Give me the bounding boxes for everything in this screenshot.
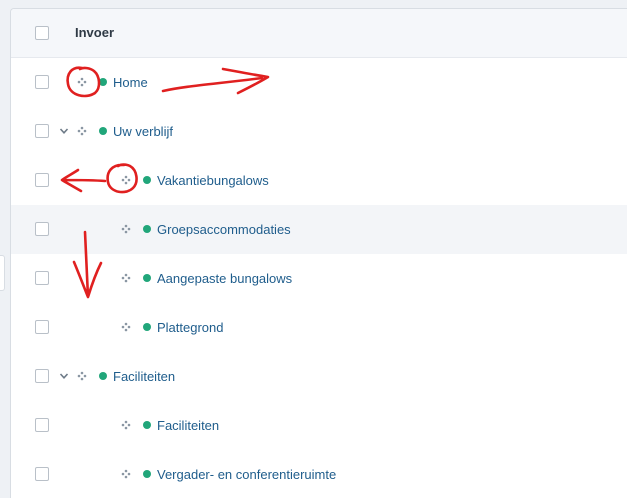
table-row[interactable]: Uw verblijf — [11, 107, 627, 156]
table-row[interactable]: Faciliteiten — [11, 352, 627, 401]
tree-item-label[interactable]: Vergader- en conferentieruimte — [157, 467, 336, 482]
tree-item-label[interactable]: Vakantiebungalows — [157, 173, 269, 188]
table-row[interactable]: Vergader- en conferentieruimte — [11, 450, 627, 498]
table-row[interactable]: Home — [11, 58, 627, 107]
tree-item-label[interactable]: Groepsaccommodaties — [157, 222, 291, 237]
pages-tree-table: Invoer Home Uw verblijf Vakantiebungalow… — [10, 8, 627, 498]
table-row[interactable]: Plattegrond — [11, 303, 627, 352]
tree-item-label[interactable]: Uw verblijf — [113, 124, 173, 139]
chevron-down-icon[interactable] — [59, 371, 69, 381]
status-dot-icon — [143, 323, 151, 331]
table-row[interactable]: Groepsaccommodaties — [11, 205, 627, 254]
row-checkbox[interactable] — [35, 320, 49, 334]
row-checkbox[interactable] — [35, 124, 49, 138]
status-dot-icon — [99, 78, 107, 86]
row-checkbox[interactable] — [35, 467, 49, 481]
table-row[interactable]: Faciliteiten — [11, 401, 627, 450]
table-header: Invoer — [11, 9, 627, 58]
row-checkbox[interactable] — [35, 173, 49, 187]
status-dot-icon — [143, 470, 151, 478]
drag-handle-icon[interactable] — [77, 126, 87, 136]
tree-item-label[interactable]: Home — [113, 75, 148, 90]
status-dot-icon — [143, 176, 151, 184]
drag-handle-icon[interactable] — [121, 175, 131, 185]
status-dot-icon — [143, 421, 151, 429]
tree-item-label[interactable]: Faciliteiten — [157, 418, 219, 433]
drag-handle-icon[interactable] — [77, 77, 87, 87]
table-row[interactable]: Vakantiebungalows — [11, 156, 627, 205]
drag-handle-icon[interactable] — [77, 371, 87, 381]
row-checkbox[interactable] — [35, 369, 49, 383]
row-checkbox[interactable] — [35, 271, 49, 285]
drag-handle-icon[interactable] — [121, 322, 131, 332]
drag-handle-icon[interactable] — [121, 273, 131, 283]
status-dot-icon — [99, 127, 107, 135]
side-scroll-tab[interactable] — [0, 255, 5, 291]
drag-handle-icon[interactable] — [121, 420, 131, 430]
drag-handle-icon[interactable] — [121, 224, 131, 234]
table-row[interactable]: Aangepaste bungalows — [11, 254, 627, 303]
tree-item-label[interactable]: Aangepaste bungalows — [157, 271, 292, 286]
status-dot-icon — [99, 372, 107, 380]
row-checkbox[interactable] — [35, 222, 49, 236]
drag-handle-icon[interactable] — [121, 469, 131, 479]
status-dot-icon — [143, 274, 151, 282]
status-dot-icon — [143, 225, 151, 233]
chevron-down-icon[interactable] — [59, 126, 69, 136]
column-header-invoer: Invoer — [75, 25, 115, 40]
row-checkbox[interactable] — [35, 418, 49, 432]
tree-item-label[interactable]: Plattegrond — [157, 320, 224, 335]
row-checkbox[interactable] — [35, 75, 49, 89]
select-all-checkbox[interactable] — [35, 26, 49, 40]
tree-item-label[interactable]: Faciliteiten — [113, 369, 175, 384]
page: Invoer Home Uw verblijf Vakantiebungalow… — [0, 0, 627, 498]
